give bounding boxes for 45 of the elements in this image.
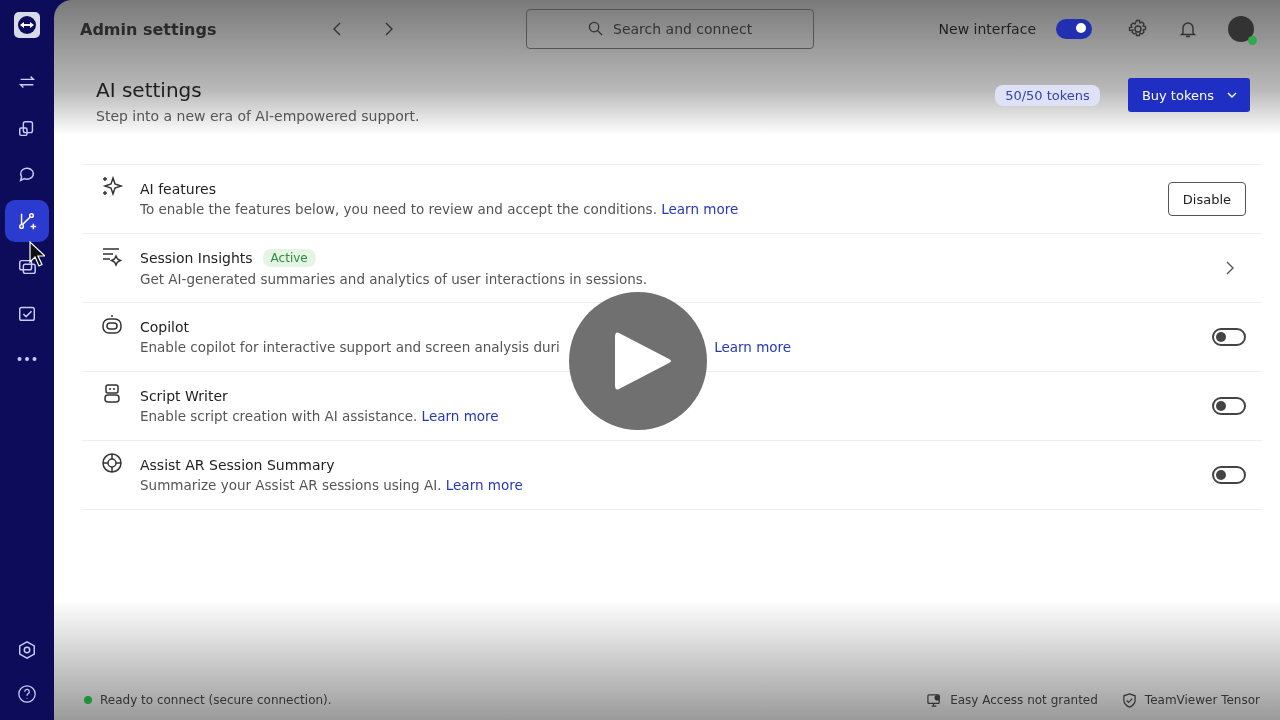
new-interface-label: New interface — [938, 21, 1036, 37]
learn-more-link[interactable]: Learn more — [445, 477, 523, 493]
feature-description: Summarize your Assist AR sessions using AI. Learn more — [140, 477, 524, 493]
feature-description: Get AI-generated summaries and analytics of user interactions in sessions. — [140, 271, 649, 287]
shield-icon — [1121, 692, 1137, 708]
feature-toggle[interactable] — [1212, 397, 1246, 415]
notification-bell-icon[interactable] — [1178, 19, 1198, 39]
app-logo-icon — [14, 12, 40, 38]
learn-more-link[interactable]: Learn more — [661, 201, 739, 217]
settings-icon[interactable] — [17, 640, 37, 660]
feature-title: AI features — [140, 181, 216, 197]
tokens-badge: 50/50 tokens — [995, 85, 1100, 106]
branch-icon — [17, 211, 37, 231]
feature-description: Enable script creation with AI assistance. Learn more — [140, 408, 500, 424]
windows-icon — [17, 257, 37, 277]
more-icon — [17, 356, 37, 362]
connection-status: Ready to connect (secure connection). — [100, 693, 332, 707]
status-badge: Active — [262, 249, 316, 267]
sidebar-item[interactable] — [5, 200, 49, 242]
robot-icon — [100, 313, 124, 337]
buy-tokens-button[interactable]: Buy tokens — [1127, 78, 1250, 112]
new-interface-toggle[interactable] — [1056, 19, 1092, 39]
tensor-label: TeamViewer Tensor — [1144, 693, 1260, 707]
feature-title: Script Writer — [140, 388, 228, 404]
window-title: Admin settings — [80, 19, 218, 39]
feature-description: Enable copilot for interactive support and screen analysis duri Learn more — [140, 339, 793, 355]
aperture-icon — [100, 451, 124, 475]
mouse-cursor-icon — [29, 241, 45, 267]
monitor-lock-icon — [927, 692, 943, 708]
help-icon[interactable] — [17, 684, 37, 704]
feature-title: Copilot — [140, 319, 190, 335]
feature-toggle[interactable] — [1212, 328, 1246, 346]
user-avatar[interactable] — [1228, 16, 1254, 42]
learn-more-link[interactable]: Learn more — [421, 408, 499, 424]
learn-more-link[interactable]: Learn more — [714, 339, 792, 355]
feature-title: Session Insights — [140, 250, 253, 266]
search-field[interactable]: Search and connect — [526, 9, 814, 49]
disable-button[interactable]: Disable — [1167, 182, 1246, 216]
feature-title: Assist AR Session Summary — [140, 457, 335, 473]
feature-toggle[interactable] — [1212, 466, 1246, 484]
feature-description: To enable the features below, you need to review and accept the conditions. Learn more — [140, 201, 740, 217]
search-icon — [588, 21, 603, 36]
page-title: AI settings — [96, 78, 203, 102]
easy-access-status: Easy Access not granted — [950, 693, 1098, 707]
page-subtitle: Step into a new era of AI-empowered support. — [96, 108, 421, 124]
